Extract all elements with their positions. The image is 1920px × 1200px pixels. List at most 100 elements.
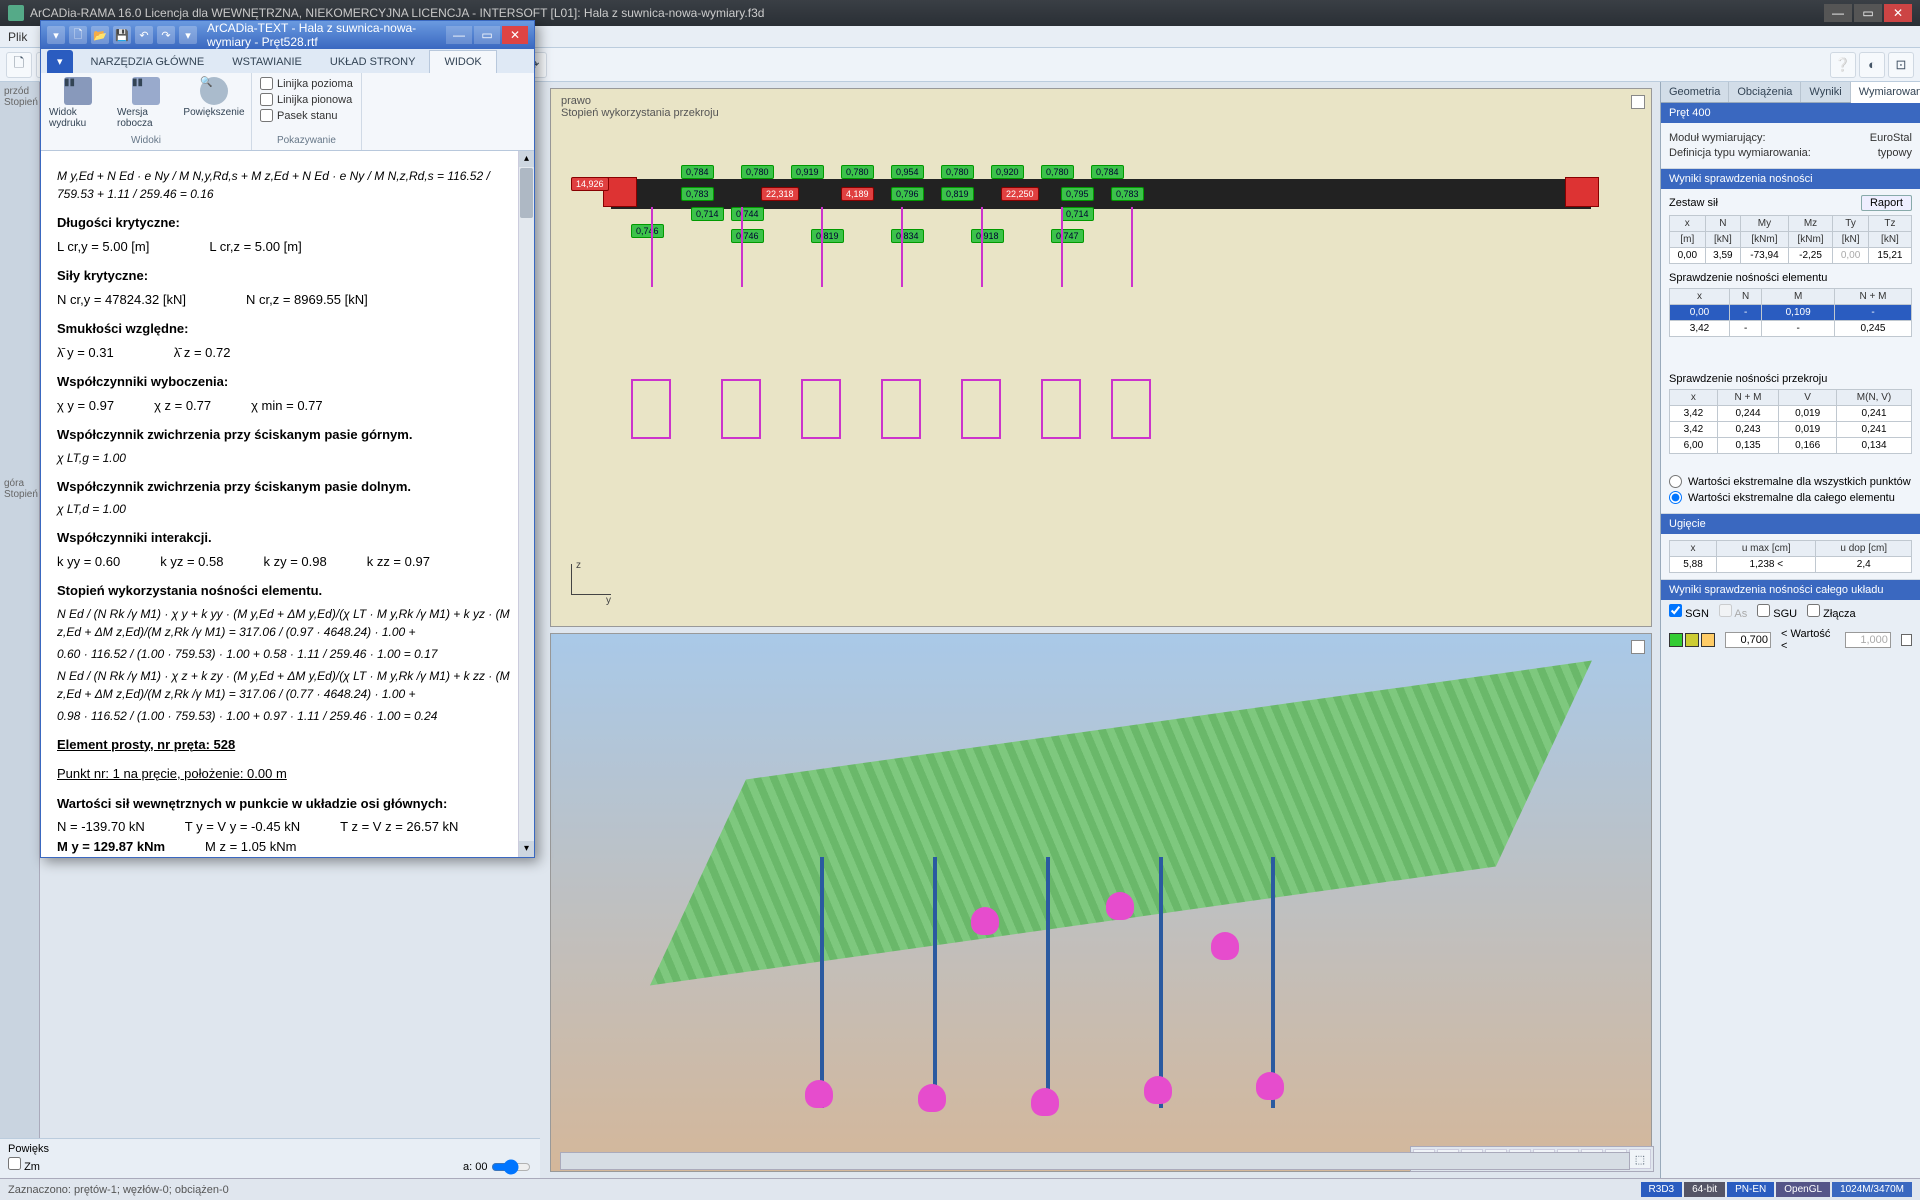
view-3d[interactable]: [550, 633, 1652, 1172]
expand-icon[interactable]: [1631, 95, 1645, 109]
pret-header: Pręt 400: [1661, 103, 1920, 123]
tb-new[interactable]: 🗋: [6, 52, 32, 78]
chk-as[interactable]: As: [1719, 604, 1747, 620]
qat-menu[interactable]: ▾: [47, 26, 65, 44]
group-widoki: Widoki: [49, 135, 243, 146]
tab-obciazenia[interactable]: Obciążenia: [1729, 82, 1801, 102]
app-icon: [8, 5, 24, 21]
ratio-tag: 0,795: [1061, 187, 1094, 201]
ratio-tag: 0,819: [811, 229, 844, 243]
badge-gl: OpenGL: [1776, 1182, 1830, 1197]
deflection-table: xu max [cm]u dop [cm] 5,881,238 <2,4: [1669, 540, 1912, 573]
ratio-tag: 0,784: [1091, 165, 1124, 179]
ratio-tag: 0,920: [991, 165, 1024, 179]
rtf-tab-main[interactable]: NARZĘDZIA GŁÓWNE: [77, 51, 219, 73]
wsn-header: Wyniki sprawdzenia nośności: [1661, 169, 1920, 189]
chk-zlacza[interactable]: Złącza: [1807, 604, 1855, 620]
rtf-title: ArCADia-TEXT - Hala z suwnica-nowa-wymia…: [207, 21, 446, 49]
close-button[interactable]: ✕: [1884, 4, 1912, 22]
qat-save[interactable]: 💾: [113, 26, 131, 44]
ratio-tag: 0,747: [1051, 229, 1084, 243]
chk-pasek-stanu[interactable]: Pasek stanu: [260, 109, 353, 122]
rtf-document[interactable]: M y,Ed + N Ed · e Ny / M N,y,Rd,s + M z,…: [41, 151, 534, 857]
sne-label: Sprawdzenie nośności elementu: [1669, 272, 1912, 284]
raport-button[interactable]: Raport: [1861, 195, 1912, 211]
rtf-titlebar[interactable]: ▾ 🗋 📂 💾 ↶ ↷ ▾ ArCADia-TEXT - Hala z suwn…: [41, 21, 534, 49]
snp-label: Sprawdzenie nośności przekroju: [1669, 373, 1912, 385]
tb-r2[interactable]: ◐: [1859, 52, 1885, 78]
view-2d[interactable]: prawo Stopień wykorzystania przekroju 0,…: [550, 88, 1652, 627]
opt-whole-element[interactable]: Wartości ekstremalne dla całego elementu: [1669, 491, 1912, 504]
scale-label: a: 00: [463, 1161, 487, 1173]
btn-wersja-robocza[interactable]: ▮▮Wersja robocza: [117, 77, 175, 129]
qat-undo[interactable]: ↶: [135, 26, 153, 44]
element-check-table: xNMN + M 0,00-0,109- 3,42--0,245: [1669, 288, 1912, 337]
group-pokazywanie: Pokazywanie: [260, 135, 353, 146]
badge-bit: 64-bit: [1684, 1182, 1725, 1197]
tb-r1[interactable]: ❔: [1830, 52, 1856, 78]
qat-new[interactable]: 🗋: [69, 26, 87, 44]
menu-plik[interactable]: Plik: [8, 30, 27, 44]
expand-icon[interactable]: [1631, 640, 1645, 654]
badge-r3d3: R3D3: [1641, 1182, 1683, 1197]
scale-slider[interactable]: [491, 1159, 531, 1175]
modul-label: Moduł wymiarujący:: [1669, 132, 1766, 144]
chk-sgu[interactable]: SGU: [1757, 604, 1797, 620]
ugiecie-header: Ugięcie: [1661, 514, 1920, 534]
rtf-tab-layout[interactable]: UKŁAD STRONY: [316, 51, 430, 73]
chk-linijka-pionowa[interactable]: Linijka pionowa: [260, 93, 353, 106]
ratio-tag: 0,918: [971, 229, 1004, 243]
chk-zm[interactable]: [8, 1157, 21, 1170]
minimize-button[interactable]: —: [1824, 4, 1852, 22]
ratio-tag: 0,783: [681, 187, 714, 201]
legend-red: [1901, 634, 1912, 646]
section-check-table: xN + MVM(N, V) 3,420,2440,0190,241 3,420…: [1669, 389, 1912, 454]
chk-sgn[interactable]: SGN: [1669, 604, 1709, 620]
ratio-tag: 0,780: [941, 165, 974, 179]
ratio-tag: 0,780: [1041, 165, 1074, 179]
qat-redo[interactable]: ↷: [157, 26, 175, 44]
threshold-low[interactable]: [1725, 632, 1771, 648]
ratio-tag: 0,780: [841, 165, 874, 179]
btn-widok-wydruku[interactable]: ▮▮Widok wydruku: [49, 77, 107, 129]
ratio-tag: 0,834: [891, 229, 924, 243]
ratio-tag-over: 14,926: [571, 177, 609, 191]
rtf-tab-view[interactable]: WIDOK: [429, 50, 496, 73]
tab-wymiarowanie[interactable]: Wymiarowanie: [1851, 82, 1920, 103]
qat-open[interactable]: 📂: [91, 26, 109, 44]
right-tabs: Geometria Obciążenia Wyniki Wymiarowanie: [1661, 82, 1920, 103]
rtf-min[interactable]: —: [446, 26, 472, 44]
chk-linijka-pozioma[interactable]: Linijka pozioma: [260, 77, 353, 90]
tb-r3[interactable]: ⊡: [1888, 52, 1914, 78]
tab-geometria[interactable]: Geometria: [1661, 82, 1729, 102]
rtf-scrollbar[interactable]: ▴▾: [518, 151, 534, 857]
rtf-tab-insert[interactable]: WSTAWIANIE: [218, 51, 316, 73]
vc-10[interactable]: ⬚: [1629, 1149, 1651, 1169]
tab-wyniki[interactable]: Wyniki: [1801, 82, 1850, 102]
btn-powiekszenie[interactable]: 🔍Powiększenie: [185, 77, 243, 118]
wsncu-header: Wyniki sprawdzenia nośności całego układ…: [1661, 580, 1920, 600]
ratio-tag: 0,819: [941, 187, 974, 201]
ratio-tag: 0,954: [891, 165, 924, 179]
right-panel: Geometria Obciążenia Wyniki Wymiarowanie…: [1660, 82, 1920, 1178]
app-title: ArCADia-RAMA 16.0 Licencja dla WEWNĘTRZN…: [30, 6, 764, 20]
view2d-title: prawo Stopień wykorzystania przekroju: [561, 95, 719, 119]
rtf-max[interactable]: ▭: [474, 26, 500, 44]
rtf-close[interactable]: ✕: [502, 26, 528, 44]
ratio-tag: 0,746: [731, 229, 764, 243]
ratio-tag-over: 4,189: [841, 187, 874, 201]
ratio-tag: 0,746: [631, 224, 664, 238]
threshold-high[interactable]: [1845, 632, 1891, 648]
ratio-tag-over: 22,250: [1001, 187, 1039, 201]
rtf-file-tab[interactable]: ▾: [47, 50, 73, 73]
badge-mem: 1024M/3470M: [1832, 1182, 1912, 1197]
maximize-button[interactable]: ▭: [1854, 4, 1882, 22]
ratio-tag: 0,714: [1061, 207, 1094, 221]
rtf-ribbon: ▮▮Widok wydruku ▮▮Wersja robocza 🔍Powięk…: [41, 73, 534, 151]
h-scrollbar[interactable]: [560, 1152, 1630, 1170]
opt-all-points[interactable]: Wartości ekstremalne dla wszystkich punk…: [1669, 475, 1912, 488]
status-bar: Zaznaczono: prętów-1; węzłów-0; obciążen…: [0, 1178, 1920, 1200]
qat-more[interactable]: ▾: [179, 26, 197, 44]
def-label: Definicja typu wymiarowania:: [1669, 147, 1811, 159]
zestaw-label: Zestaw sił: [1669, 197, 1718, 209]
